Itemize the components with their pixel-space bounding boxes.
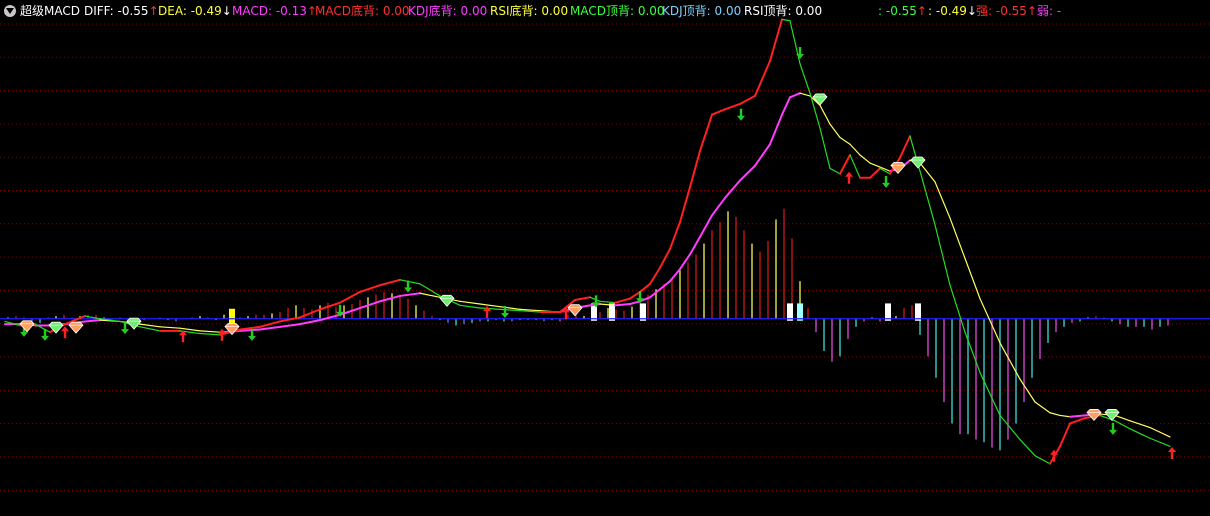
dea-line-segment xyxy=(614,303,631,307)
indicator-item: MACD: -0.13↑ xyxy=(232,0,317,22)
indicator-label: DIFF xyxy=(84,4,110,18)
indicator-label: 弱 xyxy=(1037,4,1050,18)
indicator-title: 超级MACD xyxy=(20,4,80,18)
label-separator: : xyxy=(109,4,118,18)
indicator-value: -0.49 xyxy=(190,4,222,18)
indicator-value: - xyxy=(1056,4,1062,18)
chart-background xyxy=(0,0,1210,516)
indicator-value: -0.13 xyxy=(275,4,307,18)
highlight-bar xyxy=(640,303,646,321)
label-separator: : xyxy=(182,4,191,18)
dea-line-segment xyxy=(84,319,101,323)
indicator-header: 超级MACD DIFF: -0.55↑ DEA: -0.49↓ MACD: -0.1… xyxy=(0,0,1210,22)
indicator-item: MACD顶背: 0.00 xyxy=(570,0,665,22)
label-separator: : xyxy=(629,4,638,18)
highlight-bar xyxy=(885,303,891,321)
indicator-value: 0.00 xyxy=(714,4,742,18)
indicator-value: -0.49 xyxy=(935,4,967,18)
indicator-label: MACD xyxy=(232,4,268,18)
indicator-value: 0.00 xyxy=(541,4,569,18)
indicator-label: KDJ顶背 xyxy=(662,4,707,18)
label-separator: : xyxy=(988,4,996,18)
indicator-item: DEA: -0.49↓ xyxy=(158,0,232,22)
label-separator: : xyxy=(706,4,715,18)
label-separator: : xyxy=(928,4,936,18)
indicator-label: MACD顶背 xyxy=(570,4,630,18)
label-separator: : xyxy=(1049,4,1057,18)
indicator-item: KDJ底背: 0.00 xyxy=(408,0,487,22)
indicator-value: 0.00 xyxy=(637,4,665,18)
indicator-item: MACD底背: 0.00 xyxy=(315,0,410,22)
indicator-label: RSI底背 xyxy=(490,4,534,18)
dea-line-segment xyxy=(1069,414,1086,418)
indicator-label: DEA xyxy=(158,4,183,18)
arrow-up-icon: ↑ xyxy=(916,4,927,18)
indicator-label: RSI顶背 xyxy=(744,4,788,18)
label-separator: : xyxy=(374,4,383,18)
indicator-label: MACD底背 xyxy=(315,4,375,18)
indicator-label: 强 xyxy=(976,4,989,18)
label-separator: : xyxy=(452,4,461,18)
macd-chart xyxy=(0,0,1210,516)
indicator-label: KDJ底背 xyxy=(408,4,453,18)
highlight-bar xyxy=(609,303,615,321)
indicator-item: 弱: - xyxy=(1037,0,1061,22)
arrow-down-icon: ↓ xyxy=(221,4,232,18)
highlight-bar xyxy=(787,303,793,321)
indicator-item: 强: -0.55↑ xyxy=(976,0,1037,22)
indicator-value: -0.55 xyxy=(995,4,1027,18)
indicator-value: 0.00 xyxy=(382,4,410,18)
indicator-item: : -0.55↑ xyxy=(878,0,927,22)
indicator-value: -0.55 xyxy=(885,4,917,18)
indicator-item: RSI顶背: 0.00 xyxy=(744,0,822,22)
collapse-icon[interactable] xyxy=(4,5,16,17)
indicator-value: -0.55 xyxy=(117,4,149,18)
indicator-value: 0.00 xyxy=(460,4,488,18)
highlight-bar xyxy=(797,303,803,321)
indicator-item: KDJ顶背: 0.00 xyxy=(662,0,741,22)
indicator-item: : -0.49↓ xyxy=(928,0,977,22)
indicator-item: DIFF: -0.55↑ xyxy=(84,0,159,22)
indicator-value: 0.00 xyxy=(795,4,823,18)
arrow-up-icon: ↑ xyxy=(1026,4,1037,18)
label-separator: : xyxy=(267,4,276,18)
indicator-item: RSI底背: 0.00 xyxy=(490,0,568,22)
label-separator: : xyxy=(878,4,886,18)
highlight-bar xyxy=(915,303,921,321)
